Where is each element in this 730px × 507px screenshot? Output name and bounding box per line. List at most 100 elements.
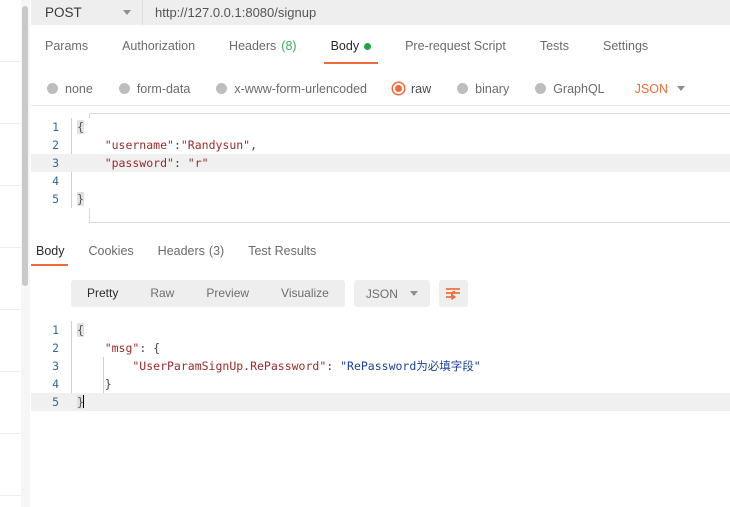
response-editor-divider	[89, 410, 730, 411]
tab-label: Settings	[603, 39, 649, 53]
radio-label: binary	[475, 81, 510, 96]
tab-badge: (8)	[281, 39, 297, 53]
response-view-mode-group: Pretty Raw Preview Visualize	[71, 280, 345, 307]
code-line[interactable]: 2 "msg": {	[31, 339, 730, 357]
raw-format-label: JSON	[634, 81, 668, 96]
line-number: 1	[52, 323, 59, 337]
code-content: "password": "r"	[77, 156, 209, 170]
view-mode-pretty[interactable]: Pretty	[71, 280, 134, 307]
code-line[interactable]: 4	[31, 172, 730, 190]
tab-label: Body	[330, 39, 360, 53]
line-number: 2	[52, 138, 59, 152]
tab-pre-request-script[interactable]: Pre-request Script	[405, 25, 506, 69]
response-body-editor[interactable]: 1 { 2 "msg": { 3 "UserParamSignUp.RePass…	[31, 321, 730, 411]
tab-label: Pre-request Script	[405, 39, 506, 53]
radio-icon	[118, 83, 130, 94]
response-tab-body[interactable]: Body	[31, 236, 67, 266]
view-mode-preview[interactable]: Preview	[190, 280, 265, 307]
code-content: }	[77, 377, 112, 391]
radio-form-data[interactable]: form-data	[118, 81, 191, 96]
radio-selected-icon	[393, 83, 404, 94]
request-url-input[interactable]: http://127.0.0.1:8080/signup	[143, 5, 316, 20]
response-format-label: JSON	[365, 286, 398, 301]
line-number: 2	[52, 341, 59, 355]
code-line-active[interactable]: 5 }	[31, 393, 730, 411]
tab-label: Params	[45, 39, 89, 53]
tab-settings[interactable]: Settings	[603, 25, 648, 69]
line-number: 4	[52, 377, 59, 391]
tab-label: Authorization	[122, 39, 196, 53]
line-number: 1	[52, 120, 59, 134]
radio-label: none	[65, 81, 93, 96]
tab-label: Test Results	[248, 244, 317, 258]
response-format-select[interactable]: JSON	[353, 280, 430, 307]
code-content: "msg": {	[77, 341, 161, 355]
tab-headers[interactable]: Headers (8)	[229, 25, 297, 69]
tab-body[interactable]: Body	[323, 25, 378, 69]
radio-icon	[535, 83, 547, 94]
radio-icon	[47, 83, 58, 94]
wrap-lines-icon	[446, 287, 461, 300]
code-content	[71, 172, 77, 190]
code-content: }	[77, 192, 84, 206]
chevron-down-icon	[676, 86, 685, 91]
body-type-radio-group: none form-data x-www-form-urlencoded raw…	[31, 72, 730, 106]
tab-tests[interactable]: Tests	[540, 25, 569, 69]
radio-none[interactable]: none	[47, 82, 93, 96]
code-content: "username":"Randysun",	[77, 138, 258, 152]
radio-icon	[457, 83, 469, 94]
tab-badge: (3)	[208, 244, 225, 258]
radio-graphql[interactable]: GraphQL	[535, 81, 605, 96]
radio-icon	[216, 83, 228, 94]
raw-format-select[interactable]: JSON	[635, 82, 685, 96]
radio-raw[interactable]: raw	[393, 82, 431, 96]
code-content: {	[77, 120, 84, 134]
response-tab-bar: Body Cookies Headers (3) Test Results	[31, 236, 730, 266]
radio-label: raw	[411, 81, 432, 96]
code-line[interactable]: 1 {	[31, 321, 730, 339]
response-tab-headers[interactable]: Headers (3)	[158, 236, 225, 266]
code-content: }	[77, 395, 85, 409]
response-tab-cookies[interactable]: Cookies	[89, 236, 134, 266]
left-sidebar	[0, 0, 30, 507]
radio-binary[interactable]: binary	[457, 82, 509, 96]
code-content: "UserParamSignUp.RePassword": "RePasswor…	[77, 359, 481, 373]
request-url-bar: POST http://127.0.0.1:8080/signup	[31, 0, 730, 25]
tab-params[interactable]: Params	[45, 25, 88, 69]
line-number: 5	[52, 192, 59, 206]
code-content: {	[77, 323, 84, 337]
code-line[interactable]: 5 }	[31, 190, 730, 208]
sidebar-scrollbar-thumb[interactable]	[22, 6, 28, 286]
line-number: 3	[52, 156, 59, 170]
tab-label: Headers	[229, 39, 277, 53]
line-number: 3	[52, 359, 59, 373]
text-cursor	[82, 395, 85, 408]
view-mode-visualize[interactable]: Visualize	[265, 280, 345, 307]
code-line-active[interactable]: 3 "password": "r"	[31, 154, 730, 172]
code-line[interactable]: 4 }	[31, 375, 730, 393]
code-line[interactable]: 2 "username":"Randysun",	[31, 136, 730, 154]
radio-label: form-data	[136, 81, 191, 96]
chevron-down-icon	[409, 291, 418, 296]
code-line[interactable]: 1 {	[31, 118, 730, 136]
request-tab-bar: Params Authorization Headers (8) Body Pr…	[31, 25, 730, 69]
body-present-dot-icon	[364, 42, 372, 50]
wrap-lines-button[interactable]	[438, 280, 468, 307]
http-method-label: POST	[45, 5, 82, 20]
main-panel: POST http://127.0.0.1:8080/signup Params…	[31, 0, 730, 507]
code-line[interactable]: 3 "UserParamSignUp.RePassword": "RePassw…	[31, 357, 730, 375]
radio-label: GraphQL	[553, 81, 605, 96]
radio-x-www-form-urlencoded[interactable]: x-www-form-urlencoded	[216, 82, 367, 96]
tab-label: Body	[36, 244, 65, 258]
tab-label: Headers	[157, 244, 205, 258]
response-tab-test-results[interactable]: Test Results	[248, 236, 316, 266]
radio-label: x-www-form-urlencoded	[234, 81, 367, 96]
postman-window: POST http://127.0.0.1:8080/signup Params…	[0, 0, 730, 507]
tab-label: Tests	[539, 39, 569, 53]
tab-authorization[interactable]: Authorization	[122, 25, 195, 69]
view-mode-raw[interactable]: Raw	[134, 280, 190, 307]
request-body-editor[interactable]: 1 { 2 "username":"Randysun", 3 "password…	[31, 118, 730, 208]
line-number: 5	[52, 395, 59, 409]
http-method-select[interactable]: POST	[31, 0, 143, 25]
response-toolbar: Pretty Raw Preview Visualize JSON	[71, 280, 468, 307]
